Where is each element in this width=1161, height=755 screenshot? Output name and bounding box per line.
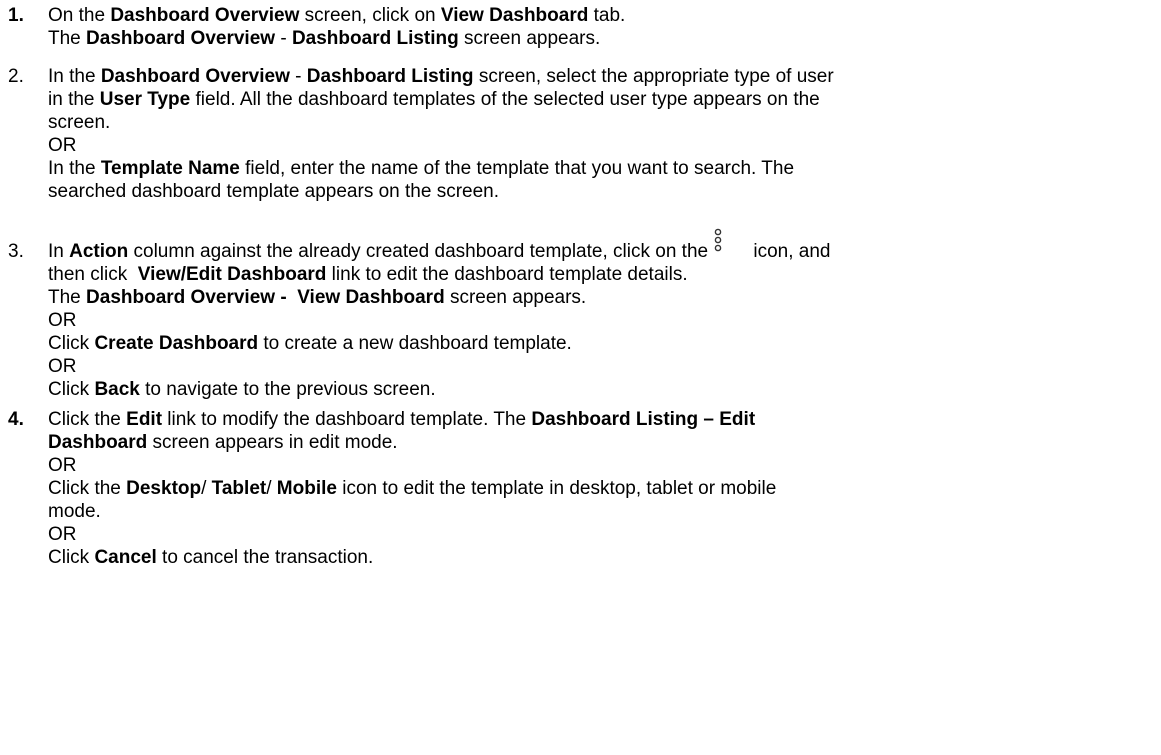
- step-4: 4. Click the Edit link to modify the das…: [0, 408, 1150, 569]
- text-run: link to modify the dashboard template. T…: [162, 409, 532, 430]
- step-number: 4.: [8, 409, 24, 430]
- text-run: icon, and: [753, 241, 831, 262]
- text-run: to create a new dashboard template.: [258, 333, 572, 354]
- text-run: On the: [48, 5, 111, 26]
- step-3: 3. In Action column against the already …: [0, 228, 1150, 401]
- text-run: Click: [48, 547, 95, 568]
- step-line: On the Dashboard Overview screen, click …: [48, 4, 1148, 27]
- ui-term: Dashboard Overview: [100, 66, 290, 87]
- step-line: mode.: [48, 500, 1148, 523]
- ui-term: Dashboard Overview - View Dashboard: [86, 287, 445, 308]
- step-1: 1. On the Dashboard Overview screen, cli…: [0, 4, 1150, 50]
- step-number: 3.: [8, 241, 24, 262]
- step-line: OR: [48, 523, 1148, 546]
- step-body: On the Dashboard Overview screen, click …: [48, 4, 1148, 50]
- ui-term: Create Dashboard: [94, 333, 259, 354]
- ui-term: Mobile: [276, 478, 337, 499]
- text-run: screen.: [48, 112, 111, 133]
- step-line: Click Back to navigate to the previous s…: [48, 378, 1148, 401]
- or-separator: OR: [48, 524, 77, 545]
- ui-term: Dashboard: [48, 432, 148, 453]
- ui-term: Tablet: [211, 478, 267, 499]
- text-run: Click the: [48, 478, 127, 499]
- step-line: screen.: [48, 111, 1148, 134]
- step-line: OR: [48, 134, 1148, 157]
- or-separator: OR: [48, 455, 77, 476]
- text-run: In the: [48, 158, 101, 179]
- step-body: In the Dashboard Overview - Dashboard Li…: [48, 65, 1148, 203]
- step-number: 1.: [8, 5, 24, 26]
- step-line: Click Create Dashboard to create a new d…: [48, 332, 1148, 355]
- text-run: field. All the dashboard templates of th…: [190, 89, 820, 110]
- text-run: /: [266, 478, 277, 499]
- ui-term: Dashboard Listing – Edit: [531, 409, 756, 430]
- text-run: -: [289, 66, 307, 87]
- text-run: in the: [48, 89, 100, 110]
- step-line: OR: [48, 355, 1148, 378]
- text-run: Click: [48, 379, 95, 400]
- ui-term: View Dashboard: [440, 5, 589, 26]
- or-separator: OR: [48, 135, 77, 156]
- ui-term: Dashboard Overview: [110, 5, 300, 26]
- step-line: Click the Desktop/ Tablet/ Mobile icon t…: [48, 477, 1148, 500]
- text-run: field, enter the name of the template th…: [239, 158, 795, 179]
- text-run: screen, select the appropriate type of u…: [473, 66, 834, 87]
- or-separator: OR: [48, 310, 77, 331]
- text-run: to cancel the transaction.: [156, 547, 374, 568]
- step-line: In Action column against the already cre…: [48, 228, 1148, 263]
- ui-term: Dashboard Overview: [86, 28, 276, 49]
- text-run: The: [48, 287, 87, 308]
- step-line: In the Template Name field, enter the na…: [48, 157, 1148, 180]
- ui-term: User Type: [99, 89, 191, 110]
- text-run: Click: [48, 333, 95, 354]
- step-line: Click Cancel to cancel the transaction.: [48, 546, 1148, 569]
- text-run: link to edit the dashboard template deta…: [326, 264, 688, 285]
- ui-term: View/Edit Dashboard: [137, 264, 327, 285]
- step-line: Click the Edit link to modify the dashbo…: [48, 408, 1148, 431]
- ui-term: Action: [69, 241, 129, 262]
- text-run: tab.: [588, 5, 626, 26]
- ui-term: Template Name: [100, 158, 240, 179]
- step-body: In Action column against the already cre…: [48, 228, 1148, 401]
- step-line: searched dashboard template appears on t…: [48, 180, 1148, 203]
- or-separator: OR: [48, 356, 77, 377]
- step-body: Click the Edit link to modify the dashbo…: [48, 408, 1148, 569]
- text-run: then click: [48, 264, 138, 285]
- text-run: The: [48, 28, 87, 49]
- step-line: OR: [48, 454, 1148, 477]
- text-run: In the: [48, 66, 101, 87]
- text-run: mode.: [48, 501, 101, 522]
- text-run: /: [201, 478, 212, 499]
- text-run: icon to edit the template in desktop, ta…: [336, 478, 777, 499]
- step-line: then click View/Edit Dashboard link to e…: [48, 263, 1148, 286]
- ui-term: Desktop: [126, 478, 202, 499]
- step-line: Dashboard screen appears in edit mode.: [48, 431, 1148, 454]
- step-line: in the User Type field. All the dashboar…: [48, 88, 1148, 111]
- step-line: The Dashboard Overview - Dashboard Listi…: [48, 27, 1148, 50]
- ui-term: Cancel: [94, 547, 157, 568]
- ui-term: Dashboard Listing: [306, 66, 474, 87]
- step-line: In the Dashboard Overview - Dashboard Li…: [48, 65, 1148, 88]
- step-line: OR: [48, 309, 1148, 332]
- text-run: In: [48, 241, 70, 262]
- text-run: screen appears.: [444, 287, 587, 308]
- step-number: 2.: [8, 66, 24, 87]
- ui-term: Back: [94, 379, 140, 400]
- text-run: searched dashboard template appears on t…: [48, 181, 500, 202]
- document-page: 1. On the Dashboard Overview screen, cli…: [0, 0, 1161, 755]
- text-run: screen appears.: [458, 28, 601, 49]
- ui-term: Dashboard Listing: [291, 28, 459, 49]
- text-run: column against the already created dashb…: [128, 241, 714, 262]
- text-run: Click the: [48, 409, 127, 430]
- ui-term: Edit: [126, 409, 163, 430]
- step-line: The Dashboard Overview - View Dashboard …: [48, 286, 1148, 309]
- text-run: -: [275, 28, 292, 49]
- step-2: 2. In the Dashboard Overview - Dashboard…: [0, 65, 1150, 203]
- text-run: screen, click on: [299, 5, 441, 26]
- text-run: screen appears in edit mode.: [147, 432, 398, 453]
- kebab-menu-icon: [713, 228, 753, 263]
- text-run: to navigate to the previous screen.: [139, 379, 436, 400]
